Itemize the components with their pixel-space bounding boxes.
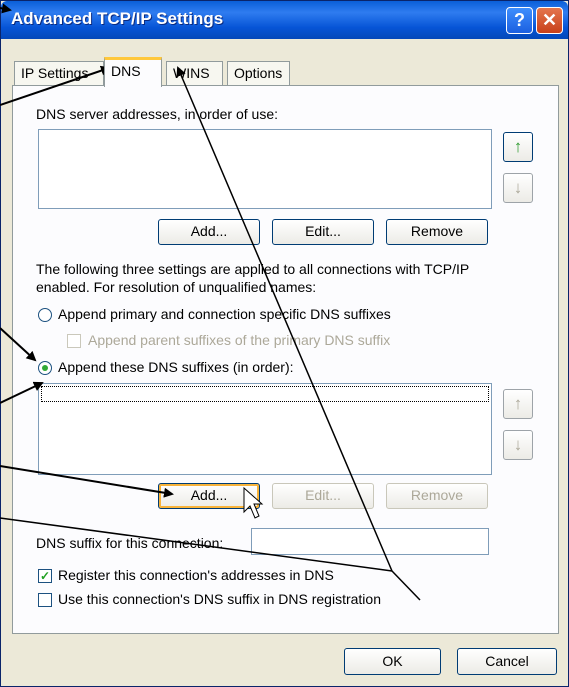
dns-servers-edit-button[interactable]: Edit... <box>272 219 374 245</box>
title-bar[interactable]: Advanced TCP/IP Settings ? ✕ <box>1 1 568 39</box>
dns-tab-panel: DNS server addresses, in order of use: ↑… <box>12 85 559 634</box>
checkbox-append-parent[interactable] <box>67 334 81 348</box>
suffix-remove-button[interactable]: Remove <box>386 483 488 509</box>
checkbox-use-suffix-label: Use this connection's DNS suffix in DNS … <box>58 591 381 607</box>
cancel-button[interactable]: Cancel <box>457 648 557 675</box>
connection-suffix-input[interactable] <box>251 528 489 555</box>
dns-servers-list[interactable] <box>38 129 492 209</box>
checkbox-register[interactable]: ✓ <box>38 569 52 583</box>
tab-wins[interactable]: WINS <box>166 61 223 85</box>
resolution-description: The following three settings are applied… <box>36 261 470 277</box>
suffix-add-button[interactable]: Add... <box>158 483 260 509</box>
arrow-down-icon[interactable]: ↓ <box>503 430 533 460</box>
resolution-description-2: enabled. For resolution of unqualified n… <box>36 279 317 295</box>
close-button[interactable]: ✕ <box>536 7 563 34</box>
checkbox-append-parent-label: Append parent suffixes of the primary DN… <box>88 332 391 348</box>
advanced-tcpip-dialog: Advanced TCP/IP Settings ? ✕ IP Settings… <box>0 0 569 687</box>
arrow-up-icon[interactable]: ↑ <box>503 389 533 419</box>
checkbox-use-suffix[interactable] <box>38 593 52 607</box>
tab-options[interactable]: Options <box>227 61 290 85</box>
radio-append-primary-label: Append primary and connection specific D… <box>58 306 391 322</box>
arrow-up-icon[interactable]: ↑ <box>503 132 533 162</box>
radio-append-these-label: Append these DNS suffixes (in order): <box>58 359 294 375</box>
arrow-down-icon[interactable]: ↓ <box>503 173 533 203</box>
dns-suffixes-list[interactable] <box>38 383 492 475</box>
list-focus-row <box>41 386 489 402</box>
radio-append-these[interactable] <box>38 361 52 375</box>
radio-append-primary[interactable] <box>38 308 52 322</box>
ok-button[interactable]: OK <box>344 648 441 675</box>
dns-servers-add-button[interactable]: Add... <box>158 219 260 245</box>
help-button[interactable]: ? <box>506 7 533 34</box>
tab-dns[interactable]: DNS <box>104 57 162 87</box>
connection-suffix-label: DNS suffix for this connection: <box>36 535 224 551</box>
dns-servers-remove-button[interactable]: Remove <box>386 219 488 245</box>
window-title: Advanced TCP/IP Settings <box>11 9 224 28</box>
tab-ip-settings[interactable]: IP Settings <box>14 61 104 85</box>
suffix-edit-button[interactable]: Edit... <box>272 483 374 509</box>
checkbox-register-label: Register this connection's addresses in … <box>58 567 334 583</box>
dns-servers-label: DNS server addresses, in order of use: <box>36 106 278 122</box>
